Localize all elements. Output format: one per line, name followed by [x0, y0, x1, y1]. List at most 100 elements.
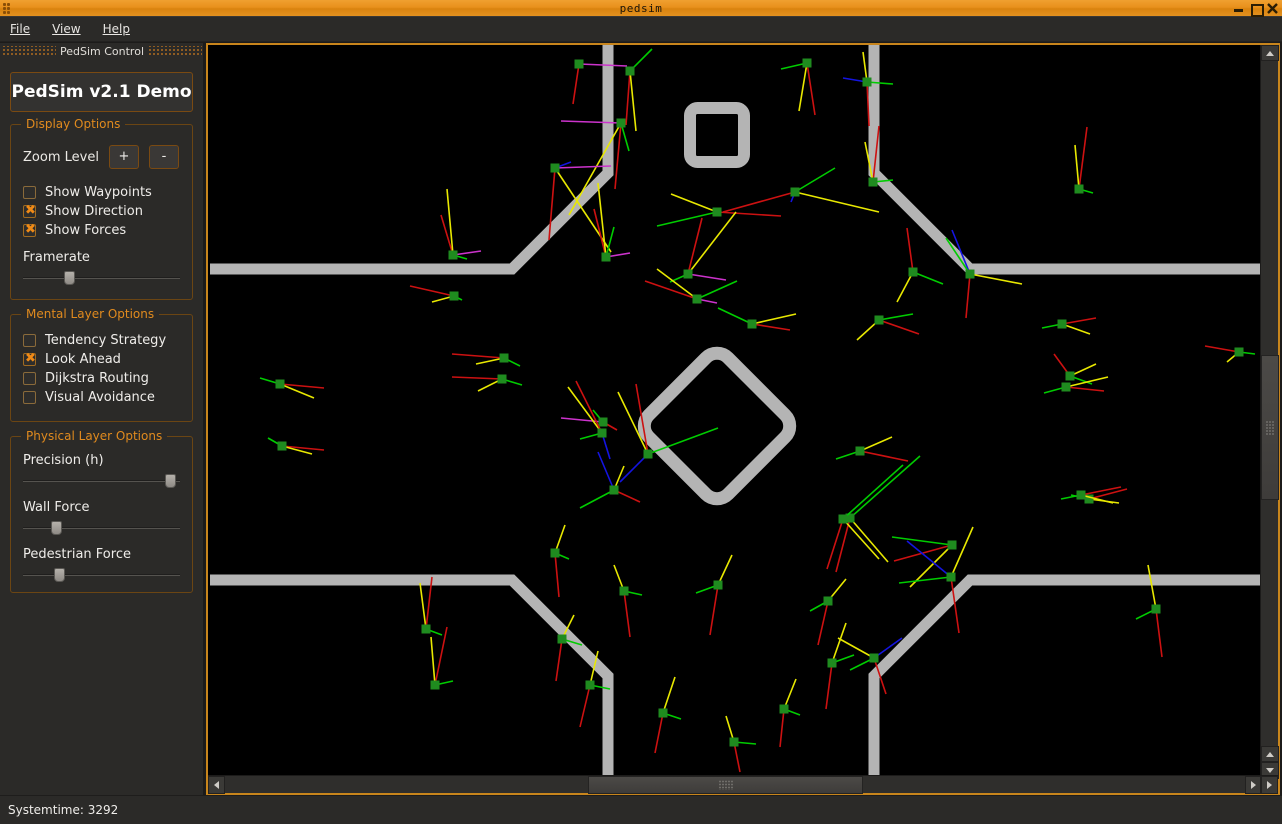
- agent-body[interactable]: [625, 66, 635, 76]
- zoom-out-button[interactable]: -: [148, 145, 179, 169]
- menu-view[interactable]: View: [52, 22, 80, 36]
- checkbox-tendency-strategy[interactable]: Tendency Strategy: [23, 333, 180, 348]
- agent-body[interactable]: [1061, 382, 1071, 392]
- agent-body[interactable]: [802, 58, 812, 68]
- pedestrian-force-slider[interactable]: [23, 568, 180, 582]
- checkbox-show-direction-box[interactable]: [23, 203, 38, 218]
- group-display-options: Display Options Zoom Level + - Show Wayp…: [10, 117, 193, 300]
- agent-body[interactable]: [908, 267, 918, 277]
- agent-body[interactable]: [1234, 347, 1244, 357]
- agent-body[interactable]: [779, 704, 789, 714]
- agent-body[interactable]: [1065, 371, 1075, 381]
- checkbox-look-ahead-box[interactable]: [23, 351, 38, 366]
- dock-titlebar[interactable]: PedSim Control: [0, 43, 237, 60]
- checkbox-show-forces[interactable]: Show Forces: [23, 222, 180, 238]
- precision-slider-knob[interactable]: [165, 474, 176, 488]
- agent-body[interactable]: [712, 207, 722, 217]
- pedestrian-force-slider-knob[interactable]: [54, 568, 65, 582]
- framerate-slider-knob[interactable]: [64, 271, 75, 285]
- agent-body[interactable]: [619, 586, 629, 596]
- vertical-scrollbar[interactable]: [1260, 45, 1279, 779]
- agent-body[interactable]: [683, 269, 693, 279]
- checkbox-tendency-strategy-label: Tendency Strategy: [45, 333, 167, 348]
- agent-body[interactable]: [449, 291, 459, 301]
- checkbox-show-waypoints[interactable]: Show Waypoints: [23, 185, 180, 200]
- agent-body[interactable]: [430, 680, 440, 690]
- simulation-viewport[interactable]: [210, 45, 1262, 779]
- agent-body[interactable]: [499, 353, 509, 363]
- agent-body[interactable]: [643, 449, 653, 459]
- agent-body[interactable]: [557, 634, 567, 644]
- checkbox-tendency-strategy-box[interactable]: [23, 334, 36, 347]
- agent-body[interactable]: [1074, 184, 1084, 194]
- checkbox-show-direction[interactable]: Show Direction: [23, 203, 180, 219]
- agent-body[interactable]: [862, 77, 872, 87]
- dock-drag-handle-right-icon[interactable]: [148, 46, 203, 57]
- scroll-right-button-b[interactable]: [1261, 776, 1278, 794]
- agent-body[interactable]: [692, 294, 702, 304]
- scroll-right-button-a[interactable]: [1245, 776, 1261, 794]
- agent-body[interactable]: [1076, 490, 1086, 500]
- agent-body[interactable]: [1151, 604, 1161, 614]
- scroll-up-button[interactable]: [1261, 45, 1279, 61]
- agent-body[interactable]: [855, 446, 865, 456]
- agent-body[interactable]: [574, 59, 584, 69]
- agent-body[interactable]: [838, 514, 848, 524]
- simulation-scene[interactable]: [210, 45, 1262, 779]
- agent-body[interactable]: [868, 177, 878, 187]
- close-icon[interactable]: [1267, 2, 1278, 14]
- precision-slider[interactable]: [23, 474, 180, 488]
- agent-body[interactable]: [448, 250, 458, 260]
- agent-body[interactable]: [790, 187, 800, 197]
- wall-force-slider[interactable]: [23, 521, 180, 535]
- agent-body[interactable]: [1057, 319, 1067, 329]
- minimize-icon[interactable]: [1233, 3, 1244, 14]
- agent-body[interactable]: [947, 540, 957, 550]
- agent-body[interactable]: [729, 737, 739, 747]
- agent-body[interactable]: [550, 163, 560, 173]
- menu-help[interactable]: Help: [103, 22, 130, 36]
- agent-body[interactable]: [497, 374, 507, 384]
- agent-body[interactable]: [658, 708, 668, 718]
- dock-drag-handle-left-icon[interactable]: [2, 46, 56, 57]
- agent-body[interactable]: [827, 658, 837, 668]
- agent-body[interactable]: [747, 319, 757, 329]
- agent-body[interactable]: [601, 252, 611, 262]
- agent-body[interactable]: [713, 580, 723, 590]
- scroll-down-button-a[interactable]: [1261, 746, 1279, 762]
- statusbar: Systemtime: 3292: [0, 795, 1282, 824]
- agent-body[interactable]: [275, 379, 285, 389]
- checkbox-visual-avoidance[interactable]: Visual Avoidance: [23, 390, 180, 405]
- agent-body[interactable]: [421, 624, 431, 634]
- scroll-left-button[interactable]: [208, 776, 225, 794]
- wall-force-slider-knob[interactable]: [51, 521, 62, 535]
- maximize-icon[interactable]: [1250, 3, 1264, 17]
- agent-body[interactable]: [616, 118, 626, 128]
- menu-view-label: View: [52, 22, 81, 36]
- checkbox-visual-avoidance-box[interactable]: [23, 391, 36, 404]
- agent-body[interactable]: [965, 269, 975, 279]
- menu-file[interactable]: File: [10, 22, 30, 36]
- agent-body[interactable]: [946, 572, 956, 582]
- checkbox-show-waypoints-box[interactable]: [23, 186, 36, 199]
- agent-body[interactable]: [277, 441, 287, 451]
- agent-body[interactable]: [597, 428, 607, 438]
- arrow-right-icon-b: [1267, 781, 1272, 789]
- horizontal-scrollbar-thumb[interactable]: [588, 776, 863, 794]
- agent-body[interactable]: [874, 315, 884, 325]
- agent-body[interactable]: [869, 653, 879, 663]
- checkbox-dijkstra-routing-box[interactable]: [23, 372, 36, 385]
- precision-slider-track: [23, 480, 180, 482]
- agent-body[interactable]: [585, 680, 595, 690]
- checkbox-show-forces-box[interactable]: [23, 222, 38, 237]
- checkbox-look-ahead[interactable]: Look Ahead: [23, 351, 180, 367]
- agent-body[interactable]: [609, 485, 619, 495]
- vertical-scrollbar-thumb[interactable]: [1261, 355, 1279, 500]
- horizontal-scrollbar[interactable]: [208, 775, 1278, 794]
- agent-body[interactable]: [823, 596, 833, 606]
- zoom-in-button[interactable]: +: [108, 145, 139, 169]
- agent-body[interactable]: [598, 417, 608, 427]
- checkbox-dijkstra-routing[interactable]: Dijkstra Routing: [23, 371, 180, 386]
- framerate-slider[interactable]: [23, 271, 180, 285]
- agent-body[interactable]: [550, 548, 560, 558]
